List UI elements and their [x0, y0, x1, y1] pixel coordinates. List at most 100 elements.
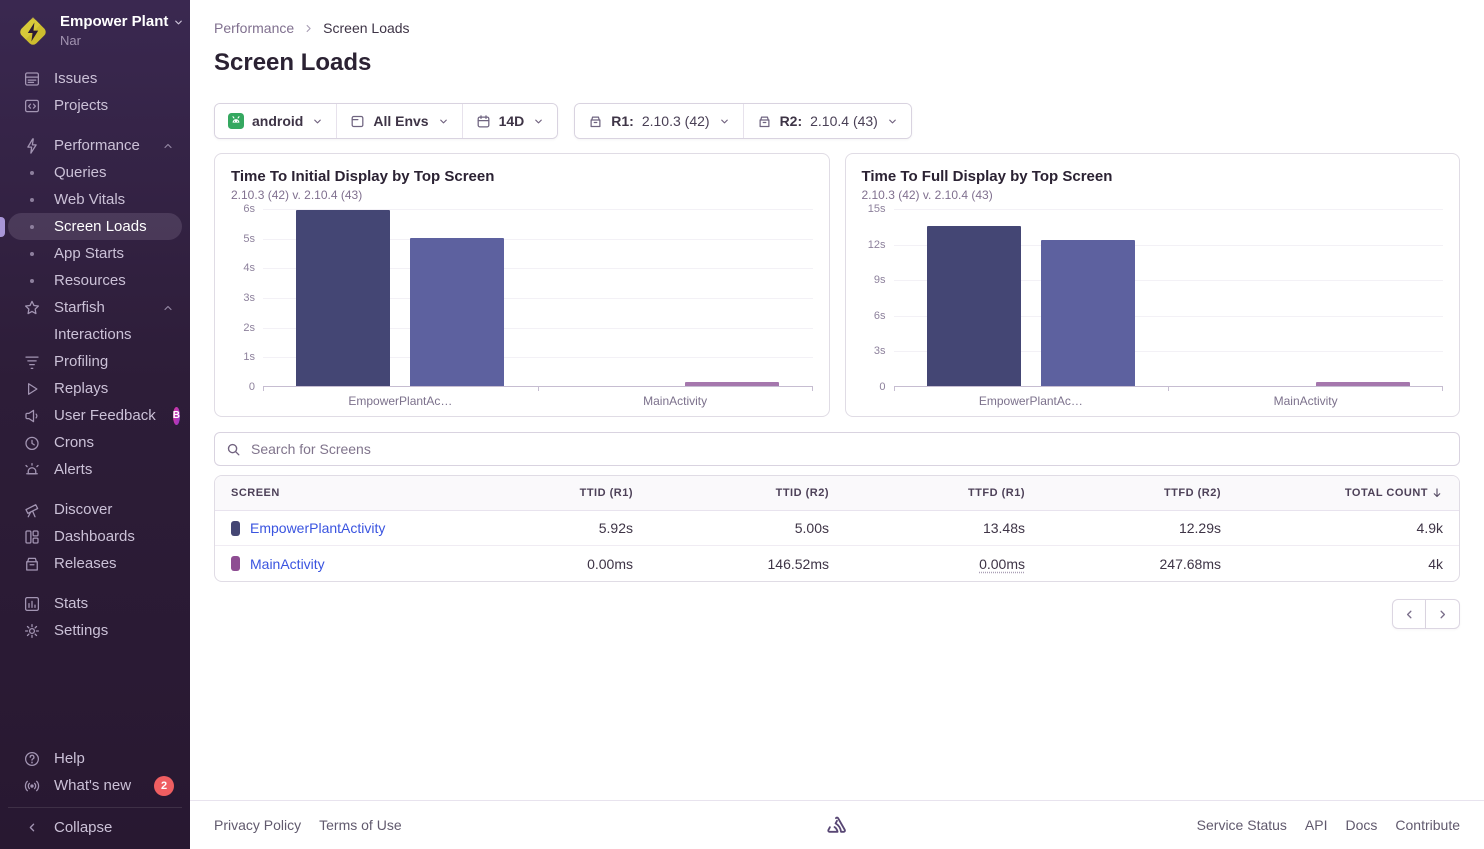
screen-cell: EmpowerPlantActivity	[231, 520, 437, 536]
sidebar-item-discover[interactable]: Discover	[8, 496, 182, 523]
sidebar-item-stats[interactable]: Stats	[8, 590, 182, 617]
sidebar-item-what-s-new[interactable]: What's new2	[8, 772, 182, 799]
series-color-swatch	[231, 521, 240, 536]
filter-r2-2-10-4-43-dropdown[interactable]: R2:2.10.4 (43)	[743, 104, 911, 138]
bar-empowerplantac-2-10-4-43[interactable]	[410, 238, 504, 386]
bar-mainactivity-2-10-4-43[interactable]	[685, 382, 779, 386]
x-axis-tick	[1168, 386, 1169, 391]
y-axis-tick-label: 15s	[868, 203, 886, 215]
cell-ttfd-r2: 247.68ms	[1025, 556, 1221, 572]
sidebar-item-crons[interactable]: Crons	[8, 429, 182, 456]
bullet-icon	[23, 191, 41, 209]
pagination-prev-button[interactable]	[1392, 599, 1426, 629]
bullet-icon	[23, 164, 41, 182]
bullet-icon	[23, 326, 41, 344]
cell-value: 0.00ms	[979, 556, 1025, 572]
sidebar-item-releases[interactable]: Releases	[8, 550, 182, 577]
sidebar-collapse-button[interactable]: Collapse	[8, 814, 182, 841]
sidebar-item-app-starts[interactable]: App Starts	[8, 240, 182, 267]
table-header-row: SCREEN TTID (R1) TTID (R2)TTFD (R1)TTFD (R…	[215, 476, 1459, 511]
column-header-screen[interactable]: SCREEN	[231, 487, 437, 499]
bar-group-empowerplantac	[894, 209, 1169, 386]
sidebar-item-user-feedback[interactable]: User FeedbackB	[8, 402, 182, 429]
footer-link-terms-of-use[interactable]: Terms of Use	[319, 817, 401, 833]
sidebar-item-resources[interactable]: Resources	[8, 267, 182, 294]
column-header-ttfd-r2[interactable]: TTFD (R2)	[1025, 487, 1221, 499]
sidebar-item-alerts[interactable]: Alerts	[8, 456, 182, 483]
sidebar-item-web-vitals[interactable]: Web Vitals	[8, 186, 182, 213]
search-input[interactable]	[249, 440, 1448, 458]
search-bar	[214, 432, 1460, 466]
sidebar-item-profiling[interactable]: Profiling	[8, 348, 182, 375]
bar-groups	[263, 209, 813, 386]
chart-subtitle: 2.10.3 (42) v. 2.10.4 (43)	[862, 188, 1444, 202]
column-header-label: TTID (R2)	[776, 487, 829, 499]
pagination-next-button[interactable]	[1426, 599, 1460, 629]
x-axis-tick	[812, 386, 813, 391]
filter-android-dropdown[interactable]: android	[215, 104, 336, 138]
sidebar-item-label: Releases	[54, 555, 117, 572]
breadcrumb-performance[interactable]: Performance	[214, 20, 294, 36]
beta-badge: B	[173, 407, 180, 425]
sidebar-item-projects[interactable]: Projects	[8, 92, 182, 119]
screen-link-empowerplantactivity[interactable]: EmpowerPlantActivity	[250, 520, 385, 536]
y-axis-tick-label: 12s	[868, 239, 886, 251]
performance-icon	[23, 137, 41, 155]
bar-empowerplantac-2-10-4-43[interactable]	[1041, 240, 1135, 386]
projects-icon	[23, 97, 41, 115]
y-axis: 03s6s9s12s15s	[862, 209, 894, 387]
footer-link-docs[interactable]: Docs	[1346, 817, 1378, 833]
column-header-ttfd-r1[interactable]: TTFD (R1)	[829, 487, 1025, 499]
sidebar-item-settings[interactable]: Settings	[8, 617, 182, 644]
y-axis-tick-label: 3s	[874, 345, 886, 357]
replays-icon	[23, 380, 41, 398]
chevron-down-icon	[438, 116, 449, 127]
chevron-down-icon	[173, 17, 184, 28]
x-axis-label-mainactivity: MainActivity	[538, 387, 813, 408]
filter-14d-dropdown[interactable]: 14D	[462, 104, 558, 138]
org-switcher[interactable]: Empower Plant Nar	[0, 0, 190, 57]
chart-plot-area	[263, 209, 813, 387]
column-header-ttid-r2[interactable]: TTID (R2)	[633, 487, 829, 499]
bar-empowerplantac-2-10-3-42[interactable]	[927, 226, 1021, 386]
issues-icon	[23, 70, 41, 88]
column-header-label: TTID (R1)	[580, 487, 633, 499]
bar-mainactivity-2-10-4-43[interactable]	[1316, 382, 1410, 386]
y-axis-tick-label: 0	[879, 381, 885, 393]
sidebar-item-starfish[interactable]: Starfish	[8, 294, 182, 321]
column-header-total-count[interactable]: TOTAL COUNT	[1221, 487, 1443, 499]
sidebar-item-dashboards[interactable]: Dashboards	[8, 523, 182, 550]
chevron-up-icon	[162, 302, 174, 314]
collapse-label: Collapse	[54, 819, 112, 836]
footer-link-privacy-policy[interactable]: Privacy Policy	[214, 817, 301, 833]
footer-link-api[interactable]: API	[1305, 817, 1328, 833]
y-axis-tick-label: 0	[249, 381, 255, 393]
column-header-ttid-r1[interactable]: TTID (R1)	[437, 487, 633, 499]
bullet-icon	[23, 218, 41, 236]
filter-r1-2-10-3-42-dropdown[interactable]: R1:2.10.3 (42)	[575, 104, 742, 138]
sidebar-item-performance[interactable]: Performance	[8, 132, 182, 159]
chart-plot-area	[894, 209, 1444, 387]
filter-all-envs-dropdown[interactable]: All Envs	[336, 104, 461, 138]
sidebar-item-screen-loads[interactable]: Screen Loads	[8, 213, 182, 240]
filter-prefix: R1:	[611, 113, 634, 129]
sidebar-item-help[interactable]: Help	[8, 745, 182, 772]
y-axis-tick-label: 2s	[243, 322, 255, 334]
y-axis-tick-label: 9s	[874, 274, 886, 286]
cell-ttfd-r1: 13.48s	[829, 520, 1025, 536]
bar-empowerplantac-2-10-3-42[interactable]	[296, 210, 390, 386]
screen-link-mainactivity[interactable]: MainActivity	[250, 556, 325, 572]
sidebar-item-queries[interactable]: Queries	[8, 159, 182, 186]
sidebar-item-replays[interactable]: Replays	[8, 375, 182, 402]
sidebar-item-interactions[interactable]: Interactions	[8, 321, 182, 348]
bullet-dot	[30, 225, 34, 229]
bar-slot	[296, 210, 390, 386]
dashboards-icon	[23, 528, 41, 546]
footer: Privacy Policy Terms of Use Service Statu…	[190, 800, 1484, 849]
breadcrumb: PerformanceScreen Loads	[214, 0, 1460, 36]
bar-group-empowerplantac	[263, 209, 538, 386]
footer-link-contribute[interactable]: Contribute	[1395, 817, 1460, 833]
footer-link-service-status[interactable]: Service Status	[1197, 817, 1287, 833]
sidebar-item-issues[interactable]: Issues	[8, 65, 182, 92]
x-axis-label-empowerplantac: EmpowerPlantAc…	[894, 387, 1169, 408]
